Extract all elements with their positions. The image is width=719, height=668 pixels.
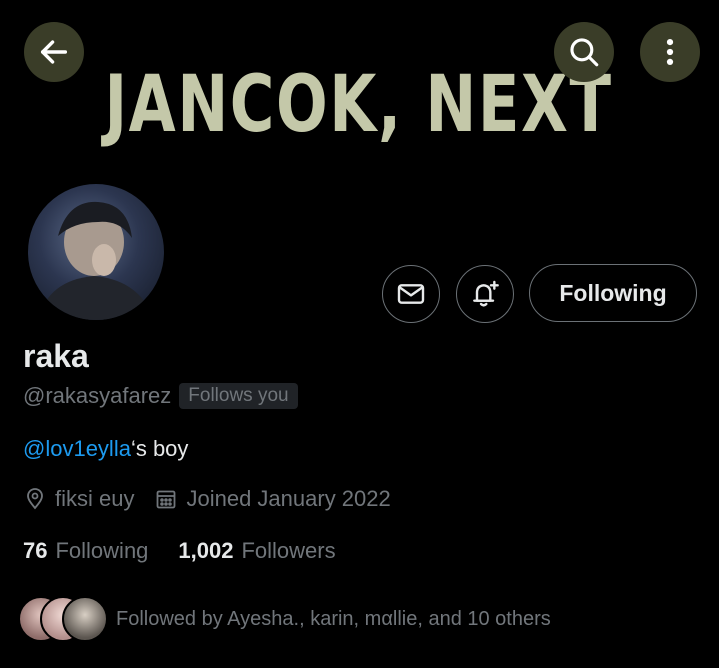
profile-banner: JANCOK, NEXT [0, 0, 719, 160]
follows-you-badge: Follows you [179, 383, 298, 409]
follow-counts: 76 Following 1,002 Followers [23, 538, 336, 564]
location-text: fiksi euy [55, 486, 135, 511]
bio-text: ‘s boy [130, 436, 189, 461]
back-button[interactable] [24, 22, 84, 82]
joined-text: Joined January 2022 [186, 486, 391, 511]
profile-bio: @lov1eylla‘s boy [23, 436, 188, 462]
profile-name: raka [23, 338, 89, 374]
following-count: 76 [23, 538, 48, 563]
search-icon [570, 38, 599, 67]
followers-count: 1,002 [178, 538, 234, 563]
followed-by-row[interactable]: Followed by Ayesha., karin, mαllie, and … [18, 596, 551, 642]
following-count-link[interactable]: 76 Following [23, 538, 148, 564]
handle-row: @rakasyafarez Follows you [23, 383, 298, 409]
profile-meta: fiksi euy Joined January 2022 [23, 486, 391, 512]
followed-by-text: Followed by Ayesha., karin, mαllie, and … [116, 607, 551, 630]
bell-plus-icon [473, 280, 499, 307]
followers-count-link[interactable]: 1,002 Followers [178, 538, 335, 564]
notifications-button[interactable] [456, 265, 514, 323]
avatar-image [38, 201, 154, 320]
following-button[interactable]: Following [529, 264, 697, 322]
location-pin-icon [27, 488, 43, 510]
location-item: fiksi euy [23, 486, 134, 512]
search-button[interactable] [554, 22, 614, 82]
mail-icon [397, 284, 425, 304]
follower-avatar [62, 596, 108, 642]
more-vertical-icon [666, 38, 674, 66]
following-label: Following [55, 538, 149, 563]
arrow-left-icon [40, 40, 68, 64]
followed-by-avatars [18, 596, 108, 642]
profile-avatar[interactable] [24, 180, 168, 324]
more-button[interactable] [640, 22, 700, 82]
followers-label: Followers [241, 538, 336, 563]
profile-handle: @rakasyafarez [23, 383, 172, 408]
bio-mention-link[interactable]: @lov1eylla [23, 436, 131, 461]
message-button[interactable] [382, 265, 440, 323]
banner-text: JANCOK, NEXT [104, 60, 613, 150]
joined-item: Joined January 2022 [154, 486, 391, 512]
calendar-icon [157, 490, 176, 509]
